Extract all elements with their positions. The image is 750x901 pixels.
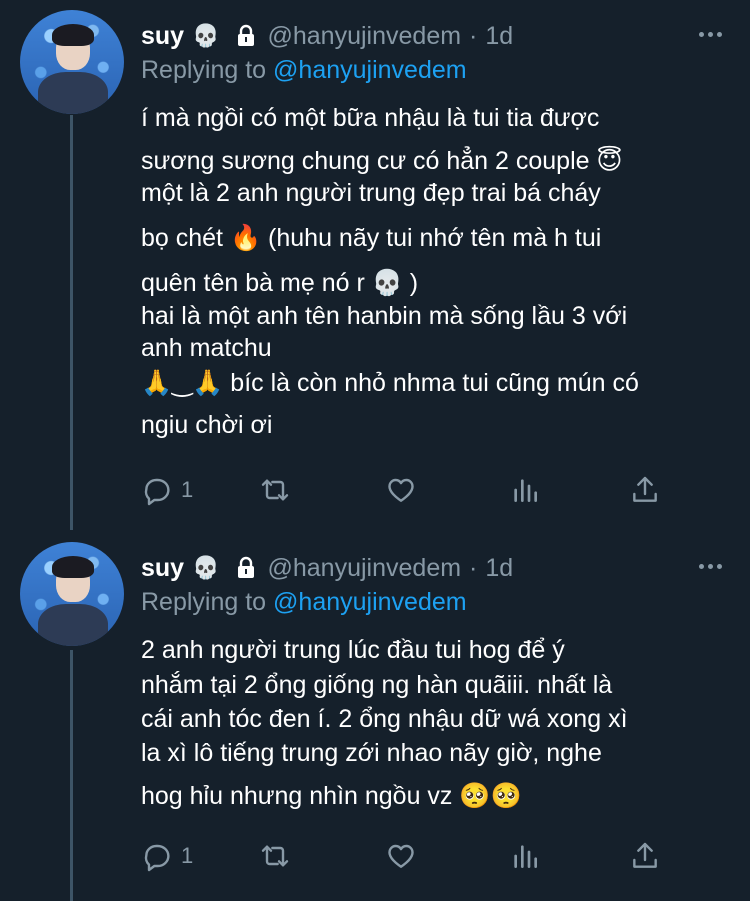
reply-icon <box>144 844 170 872</box>
heart-icon <box>388 478 414 502</box>
heart-icon <box>388 844 414 868</box>
separator: · <box>469 553 478 582</box>
name-emoji: 💀 <box>192 23 220 48</box>
lock-icon <box>237 24 254 46</box>
analytics-icon <box>514 845 537 868</box>
text-line: quên tên bà mẹ nó r 💀 ) <box>141 269 419 297</box>
text-line: 🙏‿🙏 bíc là còn nhỏ nhma tui cũng mún có <box>141 369 639 397</box>
tweet[interactable]: suy 💀 @hanyujinvedem · 1d Replying to @h… <box>0 0 750 530</box>
analytics-button[interactable] <box>509 836 541 876</box>
handle[interactable]: @hanyujinvedem <box>268 22 462 51</box>
text-line: sương sương chung cư có hẳn 2 couple 😇 <box>141 147 623 175</box>
handle[interactable]: @hanyujinvedem <box>268 554 462 583</box>
tweet-actions: 1 <box>141 836 681 876</box>
display-name[interactable]: suy <box>141 554 184 583</box>
text-line: hog hỉu nhưng nhìn ngồu vz 🥺🥺 <box>141 782 522 810</box>
lock-icon <box>237 556 254 578</box>
text-line: í mà ngồi có một bữa nhậu là tui tia đượ… <box>141 104 600 132</box>
retweet-icon <box>261 845 289 867</box>
avatar[interactable] <box>20 10 124 114</box>
replying-to: Replying to @hanyujinvedem <box>141 56 467 85</box>
text-line: ngiu chời ơi <box>141 411 273 439</box>
tweet[interactable]: suy 💀 @hanyujinvedem · 1d Replying to @h… <box>0 530 750 901</box>
reply-count: 1 <box>181 477 194 502</box>
more-icon[interactable] <box>699 32 722 37</box>
text-line: la xì lô tiếng trung zới nhao nãy giờ, n… <box>141 739 602 767</box>
share-icon <box>633 476 657 502</box>
replying-label: Replying to <box>141 588 267 616</box>
display-name[interactable]: suy <box>141 22 184 51</box>
text-line: một là 2 anh người trung đẹp trai bá chá… <box>141 179 601 207</box>
name-emoji: 💀 <box>192 555 220 580</box>
mention-link[interactable]: @hanyujinvedem <box>273 56 467 84</box>
separator: · <box>469 21 478 50</box>
like-button[interactable] <box>385 836 417 876</box>
tweet-text: 2 anh người trung lúc đầu tui hog để ý n… <box>141 632 721 814</box>
replying-to: Replying to @hanyujinvedem <box>141 588 467 617</box>
share-button[interactable] <box>629 836 661 876</box>
share-button[interactable] <box>629 470 661 510</box>
mention-link[interactable]: @hanyujinvedem <box>273 588 467 616</box>
tweet-text: í mà ngồi có một bữa nhậu là tui tia đượ… <box>141 100 721 442</box>
text-line: 2 anh người trung lúc đầu tui hog để ý <box>141 636 565 664</box>
text-line: nhắm tại 2 ổng giống ng hàn quãiii. nhất… <box>141 671 613 699</box>
reply-count: 1 <box>181 843 194 868</box>
avatar[interactable] <box>20 542 124 646</box>
reply-button[interactable]: 1 <box>141 836 193 876</box>
tweet-actions: 1 <box>141 470 681 510</box>
text-line: anh matchu <box>141 334 272 362</box>
analytics-button[interactable] <box>509 470 541 510</box>
reply-button[interactable]: 1 <box>141 470 193 510</box>
retweet-button[interactable] <box>259 836 291 876</box>
reply-icon <box>144 478 170 506</box>
share-icon <box>633 842 657 868</box>
more-icon[interactable] <box>699 564 722 569</box>
thread-line <box>70 650 73 901</box>
tweet-header: suy 💀 @hanyujinvedem · 1d <box>141 552 513 584</box>
analytics-icon <box>514 479 537 502</box>
text-line: hai là một anh tên hanbin mà sống lầu 3 … <box>141 302 628 330</box>
replying-label: Replying to <box>141 56 267 84</box>
retweet-icon <box>261 479 289 501</box>
text-line: cái anh tóc đen í. 2 ổng nhậu dữ wá xong… <box>141 705 628 733</box>
timestamp[interactable]: 1d <box>485 22 513 51</box>
timestamp[interactable]: 1d <box>485 554 513 583</box>
text-line: bọ chét 🔥 (huhu nãy tui nhớ tên mà h tui <box>141 224 602 252</box>
like-button[interactable] <box>385 470 417 510</box>
retweet-button[interactable] <box>259 470 291 510</box>
thread-line <box>70 115 73 530</box>
tweet-header: suy 💀 @hanyujinvedem · 1d <box>141 20 513 52</box>
